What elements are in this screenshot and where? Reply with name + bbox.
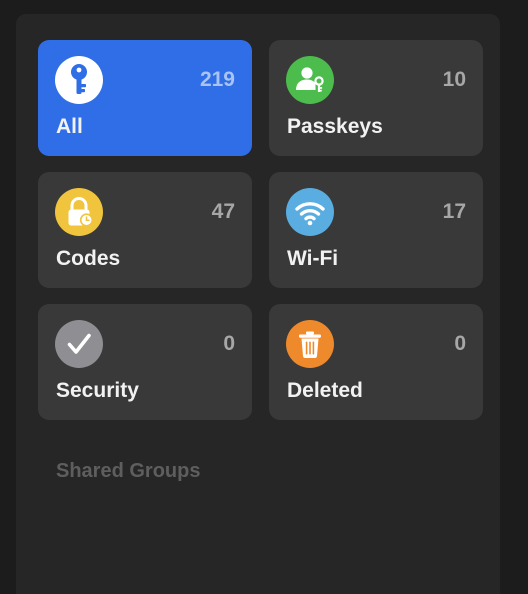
category-label: Security <box>56 379 139 402</box>
category-tile-passkeys[interactable]: 10 Passkeys <box>269 40 483 156</box>
category-label: Wi-Fi <box>287 247 339 270</box>
category-label: All <box>56 115 83 138</box>
category-tile-all[interactable]: 219 All <box>38 40 252 156</box>
category-count: 17 <box>442 200 466 223</box>
category-count: 0 <box>454 332 466 355</box>
person-key-icon <box>286 56 334 104</box>
category-count: 219 <box>199 68 235 91</box>
category-count: 0 <box>223 332 235 355</box>
category-count: 10 <box>442 68 466 91</box>
category-tile-security[interactable]: 0 Security <box>38 304 252 420</box>
category-label: Deleted <box>287 379 363 402</box>
category-count: 47 <box>211 200 235 223</box>
lock-clock-icon <box>55 188 103 236</box>
category-tile-deleted[interactable]: 0 Deleted <box>269 304 483 420</box>
checkmark-icon <box>55 320 103 368</box>
category-tile-wifi[interactable]: 17 Wi-Fi <box>269 172 483 288</box>
category-label: Passkeys <box>287 115 383 138</box>
shared-groups-header: Shared Groups <box>56 460 201 482</box>
category-tile-codes[interactable]: 47 Codes <box>38 172 252 288</box>
category-grid: 219 All 10 Passkeys 47 Codes 17 Wi-Fi 0 … <box>38 40 484 420</box>
sidebar: 219 All 10 Passkeys 47 Codes 17 Wi-Fi 0 … <box>16 14 500 594</box>
category-label: Codes <box>56 247 121 270</box>
trash-icon <box>286 320 334 368</box>
key-icon <box>55 56 103 104</box>
wifi-icon <box>286 188 334 236</box>
